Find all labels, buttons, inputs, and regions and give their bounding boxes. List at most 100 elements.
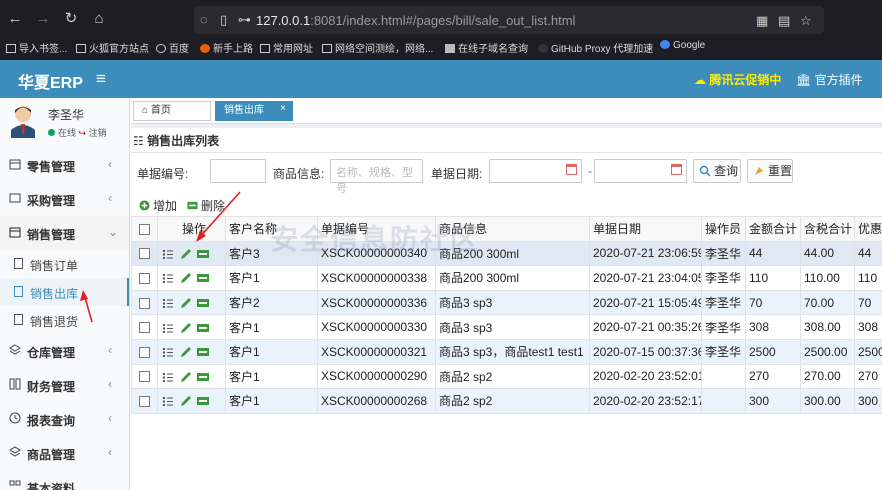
bookmark-item[interactable]: 火狐官方站点	[76, 40, 149, 55]
table-row[interactable]: 客户1 XSCK00000000338 商品200 300ml 2020-07-21 …	[131, 265, 882, 291]
qr-code-icon[interactable]: ▦	[756, 13, 768, 29]
calendar-icon	[9, 159, 21, 170]
bookmarks-bar: 导入书签... 火狐官方站点 百度 新手上路 常用网址 网络空间测绘，网络...…	[0, 38, 882, 58]
bookmark-item[interactable]: 网络空间测绘，网络...	[322, 40, 433, 55]
sidebar-item-finance[interactable]: 财务管理 ‹	[0, 368, 129, 402]
calendar-icon[interactable]	[671, 164, 682, 175]
calendar-icon[interactable]	[566, 164, 577, 175]
sidebar-item-basic-data[interactable]: 基本资料	[0, 470, 129, 490]
edit-pencil-icon[interactable]	[181, 248, 191, 259]
close-icon[interactable]: ×	[280, 100, 286, 118]
row-checkbox[interactable]	[131, 388, 158, 414]
menu-toggle-icon[interactable]: ≡	[96, 69, 106, 89]
col-header[interactable]: 优惠	[854, 216, 882, 242]
tab-home[interactable]: ⌂ 首页	[133, 101, 211, 121]
detail-list-icon[interactable]	[163, 249, 173, 259]
view-icon[interactable]	[197, 249, 209, 258]
sidebar-subitem-sales-return[interactable]: 销售退货	[0, 306, 129, 334]
sidebar-item-reports[interactable]: 报表查询 ‹	[0, 402, 129, 436]
detail-list-icon[interactable]	[163, 274, 173, 284]
row-checkbox[interactable]	[131, 338, 158, 365]
bookmark-item[interactable]: 在线子域名查询	[445, 40, 528, 55]
edit-pencil-icon[interactable]	[181, 273, 191, 284]
reload-icon[interactable]: ↻	[62, 10, 80, 28]
table-row[interactable]: 客户1 XSCK00000000290 商品2 sp2 2020-02-20 23:5…	[131, 363, 882, 390]
url-text[interactable]: 127.0.0.1:8081/index.html#/pages/bill/sa…	[256, 13, 575, 28]
key-icon[interactable]: ⊶	[238, 12, 251, 28]
app-header: 华夏ERP ≡ ☁ 腾讯云促销中 🏛 官方插件	[0, 60, 882, 98]
app-logo[interactable]: 华夏ERP	[18, 69, 83, 93]
shield-icon[interactable]: ◌	[200, 12, 208, 28]
row-checkbox[interactable]	[131, 314, 158, 340]
edit-pencil-icon[interactable]	[181, 371, 191, 382]
delete-button[interactable]: 删除	[187, 197, 225, 214]
sidebar-item-purchase[interactable]: 采购管理 ‹	[0, 182, 129, 216]
table-row[interactable]: 客户3 XSCK00000000340 商品200 300ml 2020-07-21 …	[131, 240, 882, 267]
table-row[interactable]: 客户1 XSCK00000000330 商品3 sp3 2020-07-21 00:3…	[131, 314, 882, 340]
col-header[interactable]: 金额合计	[745, 216, 801, 242]
table-row[interactable]: 客户2 XSCK00000000336 商品3 sp3 2020-07-21 15:0…	[131, 289, 882, 316]
translate-icon[interactable]: ▤	[778, 13, 790, 29]
row-checkbox[interactable]	[131, 363, 158, 390]
col-header[interactable]: 单据编号	[317, 216, 436, 242]
reset-button[interactable]: 重置	[747, 159, 793, 183]
forward-icon[interactable]: →	[34, 10, 52, 28]
edit-pencil-icon[interactable]	[181, 347, 191, 358]
home-icon[interactable]: ⌂	[90, 10, 108, 28]
logout-link[interactable]: 注销	[89, 128, 107, 138]
bookmark-item[interactable]: 导入书签...	[6, 40, 67, 55]
end-date-input[interactable]	[594, 159, 687, 183]
view-icon[interactable]	[197, 323, 209, 332]
sidebar-item-retail[interactable]: 零售管理 ‹	[0, 148, 129, 182]
logout-icon[interactable]: ↪	[79, 128, 87, 138]
select-all-checkbox[interactable]	[131, 216, 158, 242]
bookmark-item[interactable]: 百度	[156, 40, 189, 55]
col-header[interactable]: 单据日期	[589, 216, 702, 242]
start-date-input[interactable]	[489, 159, 582, 183]
view-icon[interactable]	[197, 298, 209, 307]
add-button[interactable]: 增加	[139, 197, 177, 214]
detail-list-icon[interactable]	[163, 372, 173, 382]
edit-pencil-icon[interactable]	[181, 396, 191, 407]
row-checkbox[interactable]	[131, 240, 158, 267]
sidebar-item-goods[interactable]: 商品管理 ‹	[0, 436, 129, 470]
detail-list-icon[interactable]	[163, 323, 173, 333]
bill-no-input[interactable]	[210, 159, 266, 183]
detail-list-icon[interactable]	[163, 298, 173, 308]
edit-pencil-icon[interactable]	[181, 297, 191, 308]
page-icon[interactable]: ▯	[220, 12, 227, 28]
plugin-link[interactable]: 🏛 官方插件	[796, 71, 863, 88]
col-header[interactable]: 客户名称	[225, 216, 318, 242]
goods-input[interactable]: 名称、规格、型号	[330, 159, 423, 195]
row-checkbox[interactable]	[131, 289, 158, 316]
bookmark-item[interactable]: GitHub Proxy 代理加速	[538, 40, 653, 55]
detail-list-icon[interactable]	[163, 348, 173, 358]
row-actions	[157, 289, 226, 316]
row-checkbox[interactable]	[131, 265, 158, 291]
bookmark-item[interactable]: 常用网址	[260, 40, 313, 55]
promo-link[interactable]: ☁ 腾讯云促销中	[694, 71, 781, 88]
view-icon[interactable]	[197, 372, 209, 381]
view-icon[interactable]	[197, 348, 209, 357]
sidebar-item-sales[interactable]: 销售管理 ⌄	[0, 216, 129, 250]
edit-pencil-icon[interactable]	[181, 322, 191, 333]
table-row[interactable]: 客户1 XSCK00000000268 商品2 sp2 2020-02-20 23:5…	[131, 388, 882, 414]
address-bar[interactable]: ◌ ▯ ⊶ 127.0.0.1:8081/index.html#/pages/b…	[194, 6, 824, 34]
col-header[interactable]: 商品信息	[435, 216, 590, 242]
back-icon[interactable]: ←	[6, 10, 24, 28]
view-icon[interactable]	[197, 397, 209, 406]
bookmark-item[interactable]: Google	[660, 40, 705, 51]
bookmark-star-icon[interactable]: ☆	[800, 13, 812, 29]
table-row[interactable]: 客户1 XSCK00000000321 商品3 sp3，商品test1 test1 2…	[131, 338, 882, 365]
view-icon[interactable]	[197, 274, 209, 283]
bookmark-item[interactable]: 新手上路	[200, 40, 253, 55]
sidebar-subitem-sales-order[interactable]: 销售订单	[0, 250, 129, 278]
sidebar-item-warehouse[interactable]: 仓库管理 ‹	[0, 334, 129, 368]
folder-icon	[260, 44, 270, 53]
col-header[interactable]: 含税合计	[800, 216, 855, 242]
col-header[interactable]: 操作员	[701, 216, 746, 242]
sidebar-subitem-sales-out[interactable]: 销售出库	[0, 278, 129, 306]
detail-list-icon[interactable]	[163, 397, 173, 407]
tab-sales-out[interactable]: 销售出库 ×	[215, 101, 293, 121]
search-button[interactable]: 查询	[693, 159, 741, 183]
